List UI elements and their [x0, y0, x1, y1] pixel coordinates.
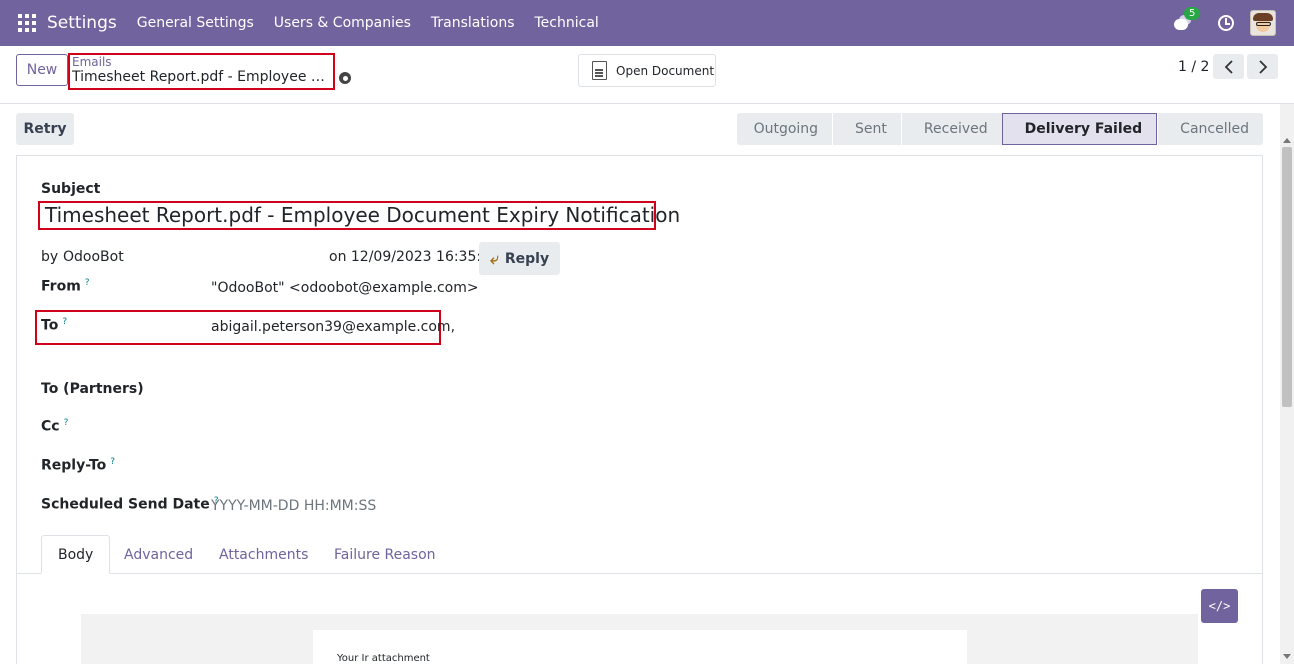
- stage-outgoing[interactable]: Outgoing: [736, 113, 833, 145]
- message-date: on 12/09/2023 16:35:25: [329, 249, 499, 265]
- chevron-right-icon: [1258, 59, 1267, 74]
- reply-button[interactable]: ⤶ Reply: [479, 242, 560, 275]
- document-icon: [592, 61, 607, 80]
- pager-value[interactable]: 1 / 2: [1178, 59, 1209, 75]
- cc-label: Cc?: [41, 418, 69, 435]
- tab-failure-reason[interactable]: Failure Reason: [318, 535, 452, 574]
- to-label: To?: [41, 317, 68, 334]
- breadcrumb-parent[interactable]: Emails: [72, 55, 112, 69]
- author-name: OdooBot: [63, 249, 124, 265]
- gear-icon[interactable]: [339, 72, 351, 84]
- from-value[interactable]: "OdooBot" <odoobot@example.com>: [211, 280, 479, 296]
- open-document-label: Open Document: [616, 63, 715, 78]
- stage-cancelled[interactable]: Cancelled: [1157, 113, 1263, 145]
- by-label: by: [41, 249, 59, 265]
- stage-sent[interactable]: Sent: [832, 113, 901, 145]
- navbar-systray: 5: [1174, 0, 1276, 46]
- menu-translations[interactable]: Translations: [431, 15, 515, 31]
- chevron-left-icon: [1224, 59, 1233, 74]
- menu-users-companies[interactable]: Users & Companies: [274, 15, 411, 31]
- status-stages: Outgoing Sent Received Delivery Failed C…: [736, 113, 1263, 145]
- control-panel: New Emails Timesheet Report.pdf - Employ…: [0, 46, 1294, 104]
- scroll-up-arrow-icon[interactable]: [1283, 138, 1291, 143]
- clock-icon[interactable]: [1218, 15, 1234, 31]
- reply-to-label: Reply-To?: [41, 457, 116, 474]
- help-marker[interactable]: ?: [62, 317, 67, 327]
- pager-next-button[interactable]: [1247, 54, 1278, 79]
- scrollbar-thumb[interactable]: [1282, 147, 1292, 407]
- to-partners-label: To (Partners): [41, 381, 144, 397]
- menu-technical[interactable]: Technical: [535, 15, 599, 31]
- to-value[interactable]: abigail.peterson39@example.com,: [211, 319, 455, 335]
- open-document-button[interactable]: Open Document: [578, 54, 716, 87]
- top-navbar: Settings General Settings Users & Compan…: [0, 0, 1294, 46]
- help-marker[interactable]: ?: [85, 278, 90, 288]
- form-statusbar: Retry Outgoing Sent Received Delivery Fa…: [16, 113, 1263, 145]
- scroll-down-arrow-icon[interactable]: [1283, 654, 1291, 659]
- tab-advanced[interactable]: Advanced: [108, 535, 209, 574]
- stage-delivery-failed[interactable]: Delivery Failed: [1001, 113, 1158, 145]
- subject-label: Subject: [41, 181, 101, 197]
- chat-count-badge: 5: [1184, 7, 1201, 20]
- reply-label: Reply: [504, 250, 550, 267]
- subject-value[interactable]: Timesheet Report.pdf - Employee Document…: [45, 203, 680, 227]
- app-brand[interactable]: Settings: [47, 13, 117, 33]
- form-sheet: [16, 155, 1263, 664]
- new-button[interactable]: New: [16, 54, 68, 86]
- tab-attachments[interactable]: Attachments: [203, 535, 324, 574]
- menu-general-settings[interactable]: General Settings: [137, 15, 254, 31]
- reply-icon: ⤶: [489, 248, 499, 268]
- tab-body[interactable]: Body: [41, 535, 111, 574]
- user-avatar[interactable]: [1250, 10, 1276, 36]
- stage-received[interactable]: Received: [900, 113, 1002, 145]
- scheduled-date-label: Scheduled Send Date?: [41, 496, 219, 513]
- code-view-toggle-button[interactable]: </>: [1201, 589, 1238, 623]
- from-label: From?: [41, 278, 90, 295]
- retry-button[interactable]: Retry: [16, 113, 74, 145]
- pager-previous-button[interactable]: [1213, 54, 1244, 79]
- breadcrumb-current: Timesheet Report.pdf - Employee Document…: [72, 69, 330, 85]
- apps-menu-icon[interactable]: [18, 14, 36, 32]
- scheduled-date-field[interactable]: YYYY-MM-DD HH:MM:SS: [211, 498, 376, 514]
- chat-icon[interactable]: 5: [1174, 7, 1201, 31]
- body-preview-text[interactable]: Your Ir attachment: [337, 653, 430, 664]
- help-marker[interactable]: ?: [64, 418, 69, 428]
- notebook-tabs: Body Advanced Attachments Failure Reason: [17, 535, 1262, 574]
- help-marker[interactable]: ?: [110, 457, 115, 467]
